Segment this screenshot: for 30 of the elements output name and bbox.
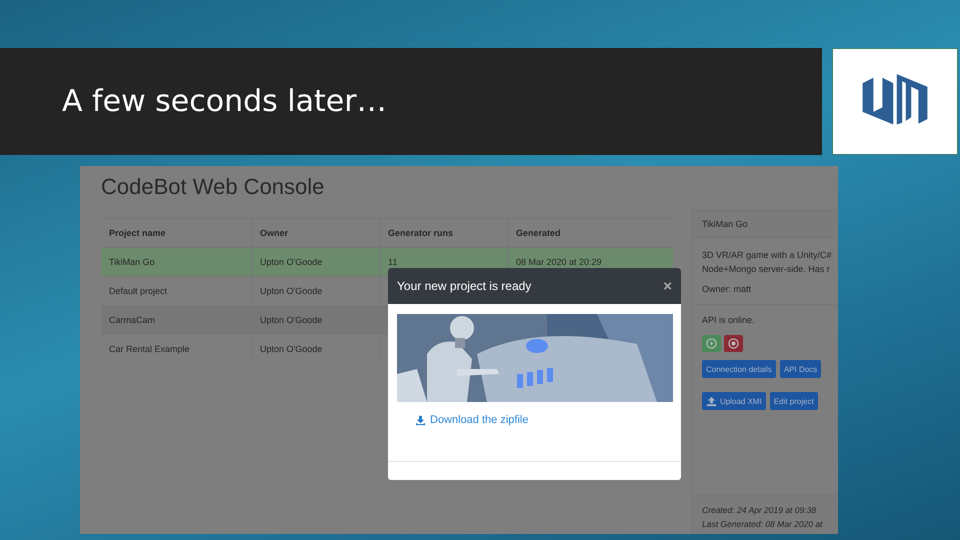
action-button[interactable]: API Docs: [780, 360, 822, 378]
stop-button[interactable]: [724, 335, 743, 352]
api-status: API is online.: [702, 314, 756, 327]
timestamp-text: Created: 24 Apr 2019 at 09:38: [702, 504, 818, 517]
description-text: 3D VR/AR game with a Unity/C#: [702, 249, 833, 262]
close-button[interactable]: ×: [663, 278, 672, 294]
slide-title: A few seconds later…: [62, 84, 387, 119]
owner-text: Owner: matt: [702, 283, 752, 296]
table-cell: TikiMan Go: [109, 257, 155, 267]
description-text: Node+Mongo server-side. Has r: [702, 263, 831, 276]
panel-title: TikiMan Go: [702, 219, 748, 229]
table-cell: 08 Mar 2020 at 20:29: [516, 257, 602, 267]
table-cell: 11: [388, 257, 398, 267]
upload-icon: [706, 396, 717, 406]
table-cell: CarmaCam: [109, 315, 156, 325]
table-cell: Upton O'Goode: [260, 344, 322, 354]
action-button[interactable]: Upload XMI: [702, 392, 766, 410]
download-icon: [415, 414, 426, 426]
table-cell: Upton O'Goode: [260, 286, 322, 296]
table-cell: Car Rental Example: [109, 344, 190, 354]
page-title: CodeBot Web Console: [101, 174, 326, 201]
modal-title: Your new project is ready: [397, 279, 532, 293]
column-header: Project name: [108, 227, 167, 240]
table-cell: Upton O'Goode: [260, 315, 322, 325]
download-link[interactable]: Download the zipfile: [415, 414, 528, 426]
action-button[interactable]: Edit project: [770, 392, 818, 410]
timestamp-text: Last Generated: 08 Mar 2020 at: [702, 518, 824, 531]
table-cell: Upton O'Goode: [260, 257, 322, 267]
table-cell: Default project: [109, 286, 168, 296]
action-button[interactable]: Connection details: [702, 360, 776, 378]
